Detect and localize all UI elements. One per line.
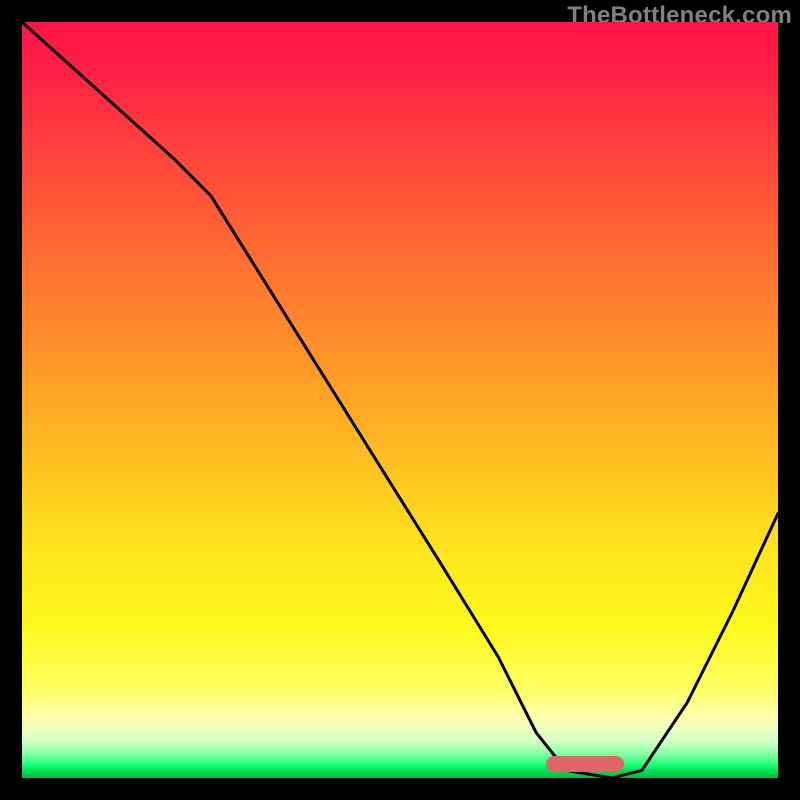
plot-area xyxy=(22,22,778,778)
chart-frame: TheBottleneck.com xyxy=(0,0,800,800)
bottleneck-curve xyxy=(22,22,778,778)
optimal-range-marker xyxy=(546,756,624,772)
